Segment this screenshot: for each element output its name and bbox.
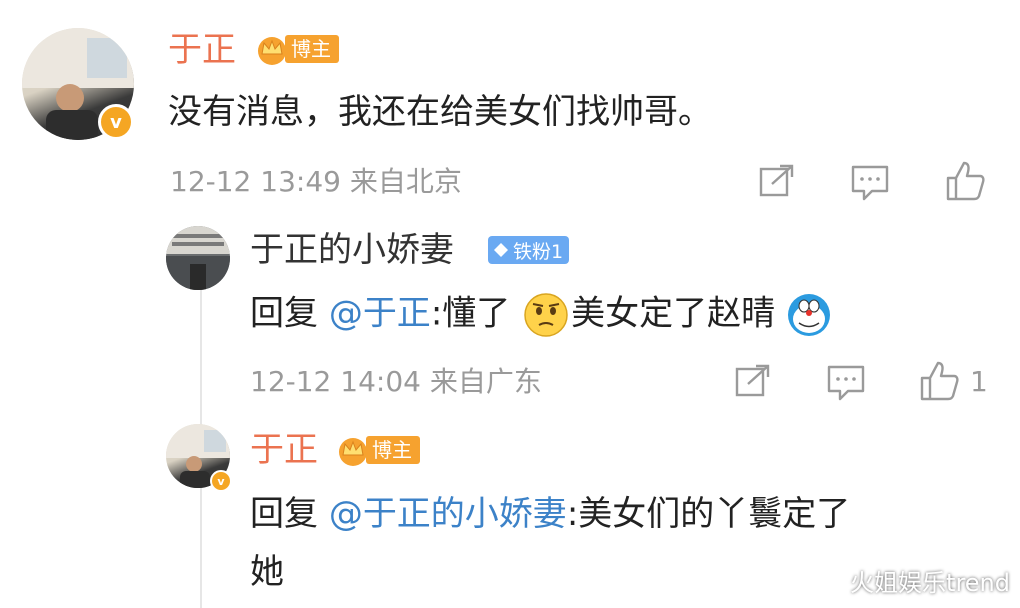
crown-icon xyxy=(339,438,367,466)
reply-timestamp: 12-12 14:04 xyxy=(250,365,421,398)
reply-source: 来自广东 xyxy=(429,365,542,398)
blogger-badge-label: 博主 xyxy=(366,436,420,464)
comment-author[interactable]: 于正 xyxy=(168,30,236,70)
blogger-badge-label: 博主 xyxy=(285,35,339,63)
reply-time: 12-12 14:04 来自广东 xyxy=(250,366,542,398)
reply-text-b: 美女定了赵晴 xyxy=(571,293,776,334)
comment-text: 没有消息，我还在给美女们找帅哥。 xyxy=(168,92,712,132)
mention-link[interactable]: @于正的小娇妻 xyxy=(329,494,567,534)
reply-text: 回复 @于正:懂了 美女定了赵晴 xyxy=(250,292,832,338)
comment-timestamp: 12-12 13:49 xyxy=(170,165,341,198)
verified-v-icon: v xyxy=(210,470,232,492)
thumbs-up-icon[interactable] xyxy=(918,360,960,402)
blogger-badge: 博主 xyxy=(336,433,420,467)
share-icon[interactable] xyxy=(734,364,772,398)
thinking-emoji-icon xyxy=(524,293,568,337)
comment-icon[interactable] xyxy=(850,164,890,202)
reply-text-continued: 她 xyxy=(250,552,284,592)
reply-colon: : xyxy=(566,494,579,534)
verified-v-icon: v xyxy=(98,104,134,140)
reply-prefix: 回复 xyxy=(250,293,329,334)
diamond-icon xyxy=(494,243,508,257)
fan-badge-label: 铁粉1 xyxy=(513,240,564,263)
avatar-photo xyxy=(166,226,230,290)
avatar[interactable] xyxy=(166,226,230,290)
reply-colon: : xyxy=(430,293,443,334)
comment-icon[interactable] xyxy=(826,364,866,402)
reply-prefix: 回复 xyxy=(250,494,329,534)
reply-text-line1: 美女们的丫鬟定了 xyxy=(578,494,851,534)
reply-text-a: 懂了 xyxy=(442,293,511,334)
reply-author[interactable]: 于正的小娇妻 xyxy=(250,230,454,270)
watermark: 火姐娱乐trend xyxy=(850,569,1010,597)
fan-badge: 铁粉1 xyxy=(488,236,570,264)
comment-source: 来自北京 xyxy=(349,165,462,198)
mention-link[interactable]: @于正 xyxy=(329,294,431,334)
doraemon-emoji-icon xyxy=(787,294,830,336)
comment-time: 12-12 13:49 来自北京 xyxy=(170,166,462,198)
like-count: 1 xyxy=(970,365,988,398)
reply-author[interactable]: 于正 xyxy=(250,430,318,470)
thumbs-up-icon[interactable] xyxy=(944,160,986,202)
share-icon[interactable] xyxy=(758,164,796,198)
blogger-badge: 博主 xyxy=(255,32,339,66)
crown-icon xyxy=(258,37,286,65)
reply-text: 回复 @于正的小娇妻:美女们的丫鬟定了 xyxy=(250,494,850,534)
